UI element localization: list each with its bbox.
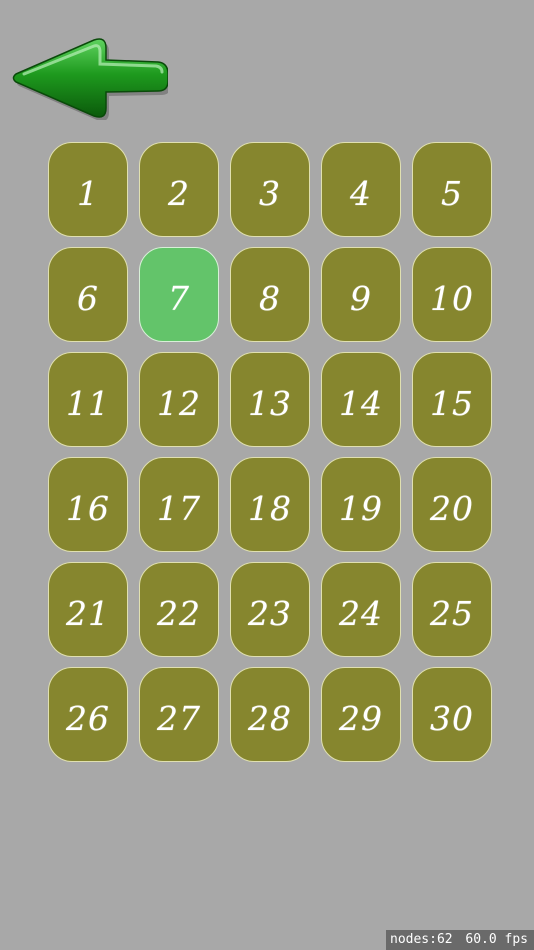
- level-number: 25: [430, 594, 474, 633]
- level-number: 29: [339, 699, 383, 738]
- back-arrow-icon: [12, 38, 168, 120]
- level-tile-22[interactable]: 22: [139, 562, 219, 657]
- level-number: 2: [168, 174, 190, 213]
- level-tile-15[interactable]: 15: [412, 352, 492, 447]
- level-tile-18[interactable]: 18: [230, 457, 310, 552]
- level-tile-5[interactable]: 5: [412, 142, 492, 237]
- level-tile-28[interactable]: 28: [230, 667, 310, 762]
- level-tile-25[interactable]: 25: [412, 562, 492, 657]
- level-number: 18: [248, 489, 292, 528]
- level-tile-19[interactable]: 19: [321, 457, 401, 552]
- level-tile-2[interactable]: 2: [139, 142, 219, 237]
- level-tile-30[interactable]: 30: [412, 667, 492, 762]
- debug-stats: nodes:62 60.0 fps: [386, 930, 534, 950]
- level-number: 20: [430, 489, 474, 528]
- level-grid: 1 2 3 4 5 6 7 8 9 10 11 12 13 14 15 16 17 18 19 20 21 22 23 24 2…: [48, 142, 492, 762]
- level-number: 15: [430, 384, 474, 423]
- level-number: 26: [66, 699, 110, 738]
- fps-counter: 60.0 fps: [465, 932, 528, 947]
- level-number: 12: [157, 384, 201, 423]
- level-number: 22: [157, 594, 201, 633]
- level-number: 7: [168, 279, 190, 318]
- level-tile-29[interactable]: 29: [321, 667, 401, 762]
- level-number: 5: [441, 174, 463, 213]
- level-tile-7[interactable]: 7: [139, 247, 219, 342]
- level-tile-9[interactable]: 9: [321, 247, 401, 342]
- level-number: 3: [259, 174, 281, 213]
- level-number: 9: [350, 279, 372, 318]
- level-tile-16[interactable]: 16: [48, 457, 128, 552]
- level-tile-26[interactable]: 26: [48, 667, 128, 762]
- level-tile-6[interactable]: 6: [48, 247, 128, 342]
- level-number: 28: [248, 699, 292, 738]
- level-tile-4[interactable]: 4: [321, 142, 401, 237]
- level-number: 1: [77, 174, 99, 213]
- level-number: 27: [157, 699, 201, 738]
- level-tile-21[interactable]: 21: [48, 562, 128, 657]
- level-tile-23[interactable]: 23: [230, 562, 310, 657]
- level-tile-20[interactable]: 20: [412, 457, 492, 552]
- level-number: 23: [248, 594, 292, 633]
- level-number: 13: [248, 384, 292, 423]
- level-number: 16: [66, 489, 110, 528]
- level-tile-14[interactable]: 14: [321, 352, 401, 447]
- level-number: 14: [339, 384, 383, 423]
- level-number: 8: [259, 279, 281, 318]
- level-number: 21: [66, 594, 110, 633]
- level-tile-12[interactable]: 12: [139, 352, 219, 447]
- level-tile-1[interactable]: 1: [48, 142, 128, 237]
- level-number: 19: [339, 489, 383, 528]
- level-tile-17[interactable]: 17: [139, 457, 219, 552]
- level-number: 10: [430, 279, 474, 318]
- level-tile-10[interactable]: 10: [412, 247, 492, 342]
- level-number: 17: [157, 489, 201, 528]
- level-tile-11[interactable]: 11: [48, 352, 128, 447]
- level-number: 30: [430, 699, 474, 738]
- level-tile-8[interactable]: 8: [230, 247, 310, 342]
- level-number: 4: [350, 174, 372, 213]
- level-number: 11: [66, 384, 110, 423]
- level-tile-27[interactable]: 27: [139, 667, 219, 762]
- level-number: 6: [77, 279, 99, 318]
- level-tile-13[interactable]: 13: [230, 352, 310, 447]
- level-tile-3[interactable]: 3: [230, 142, 310, 237]
- back-button[interactable]: [10, 34, 168, 120]
- node-count: nodes:62: [390, 932, 453, 947]
- level-number: 24: [339, 594, 383, 633]
- level-tile-24[interactable]: 24: [321, 562, 401, 657]
